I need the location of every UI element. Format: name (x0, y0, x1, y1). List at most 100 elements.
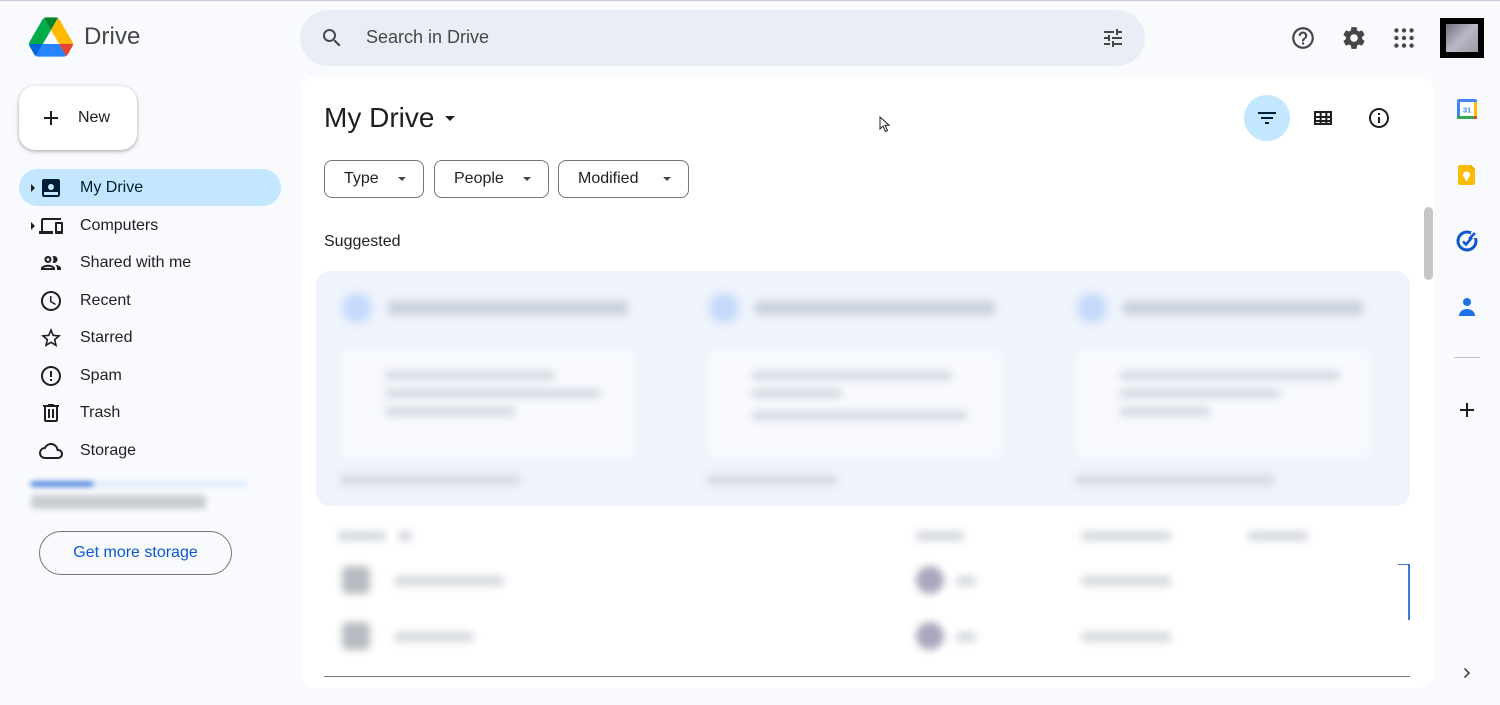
filter-view-button[interactable] (1244, 95, 1290, 141)
calendar-icon[interactable]: 31 (1455, 97, 1479, 121)
sidebar-item-starred[interactable]: Starred (19, 319, 281, 356)
file-icon (342, 566, 370, 594)
suggested-files-carousel (316, 271, 1410, 506)
owner-avatar (916, 622, 944, 650)
search-bar[interactable]: Search in Drive (300, 10, 1145, 66)
help-icon[interactable] (1290, 25, 1316, 51)
app-name: Drive (84, 23, 141, 50)
expand-arrow-icon[interactable] (31, 184, 35, 192)
spam-icon (41, 366, 61, 386)
settings-gear-icon[interactable] (1341, 25, 1367, 51)
table-row[interactable] (316, 554, 1410, 610)
file-type-icon (342, 293, 372, 323)
new-button-label: New (78, 109, 111, 126)
row-focus-outline (1408, 564, 1410, 620)
sidebar-item-label: Starred (80, 329, 133, 346)
sidebar-item-label: Trash (80, 404, 121, 421)
file-title-placeholder (1123, 301, 1363, 315)
file-type-icon (1077, 293, 1107, 323)
storage-usage-meter (31, 479, 266, 513)
dropdown-arrow-icon (663, 177, 671, 181)
search-icon[interactable] (320, 26, 344, 50)
computers-icon (39, 218, 63, 234)
keep-icon[interactable] (1455, 163, 1479, 187)
cloud-icon (39, 443, 63, 459)
sidebar-item-label: Storage (80, 442, 137, 459)
account-avatar[interactable] (1440, 18, 1484, 58)
sidebar-item-label: Shared with me (80, 254, 192, 271)
trash-icon (43, 404, 59, 422)
storage-bar-fill (31, 482, 93, 486)
sidebar-item-shared-with-me[interactable]: Shared with me (19, 244, 281, 281)
dropdown-arrow-icon (445, 115, 456, 121)
filter-chip-label: Type (344, 170, 379, 187)
suggested-file-card[interactable] (316, 279, 659, 499)
details-button[interactable] (1356, 95, 1402, 141)
get-addons-plus-icon[interactable] (1455, 398, 1479, 422)
table-divider (324, 676, 1410, 677)
file-reason-placeholder (340, 475, 520, 485)
suggested-file-card[interactable] (1051, 279, 1394, 499)
storage-usage-text (31, 495, 206, 509)
grid-view-icon (1314, 111, 1332, 125)
dropdown-arrow-icon (398, 177, 406, 181)
sidebar-item-my-drive[interactable]: My Drive (19, 169, 281, 206)
new-button[interactable]: New (19, 86, 137, 150)
avatar-image (1446, 24, 1478, 52)
side-panel-divider (1454, 357, 1480, 358)
sidebar-item-label: Spam (80, 367, 122, 384)
contacts-icon[interactable] (1455, 295, 1479, 319)
search-input[interactable]: Search in Drive (366, 27, 489, 48)
plus-icon (44, 111, 58, 125)
sidebar-item-computers[interactable]: Computers (19, 207, 281, 244)
drive-logo[interactable]: Drive (29, 17, 141, 57)
file-title-placeholder (755, 301, 995, 315)
file-preview (1075, 349, 1370, 459)
main-content-panel: My Drive Type People Modified Suggested (301, 76, 1434, 688)
suggested-file-card[interactable] (683, 279, 1026, 499)
file-reason-placeholder (1075, 475, 1275, 485)
expand-arrow-icon[interactable] (31, 222, 35, 230)
sidebar-item-label: Recent (80, 292, 131, 309)
sidebar-item-label: My Drive (80, 179, 144, 196)
file-icon (342, 622, 370, 650)
search-options-icon[interactable] (1101, 26, 1125, 50)
sidebar-item-trash[interactable]: Trash (19, 394, 281, 431)
info-icon (1369, 108, 1389, 128)
clock-icon (41, 291, 61, 311)
filter-chip-label: Modified (578, 170, 639, 187)
sidebar-item-spam[interactable]: Spam (19, 357, 281, 394)
file-preview (707, 349, 1002, 459)
owner-avatar (916, 566, 944, 594)
file-title-placeholder (388, 301, 628, 315)
file-list-table (316, 506, 1410, 681)
table-row[interactable] (316, 610, 1410, 666)
expand-side-panel-chevron-icon[interactable] (1459, 665, 1475, 681)
tasks-icon[interactable] (1455, 229, 1479, 253)
file-reason-placeholder (707, 475, 837, 485)
sidebar-item-recent[interactable]: Recent (19, 282, 281, 319)
file-preview (340, 349, 635, 459)
mouse-cursor-icon (879, 116, 891, 133)
scrollbar-thumb[interactable] (1424, 207, 1433, 280)
svg-text:31: 31 (1463, 106, 1471, 115)
star-icon (41, 328, 61, 347)
suggested-heading: Suggested (324, 233, 401, 250)
shared-people-icon (41, 256, 61, 270)
apps-grid-icon[interactable] (1391, 25, 1417, 51)
sidebar-item-storage[interactable]: Storage (19, 432, 281, 469)
filter-list-icon (1258, 112, 1276, 124)
sidebar-item-label: Computers (80, 217, 159, 234)
dropdown-arrow-icon (523, 177, 531, 181)
file-type-icon (709, 293, 739, 323)
drive-logo-icon (29, 17, 73, 57)
filter-chip-type[interactable]: Type (324, 160, 424, 198)
my-drive-icon (42, 179, 60, 197)
get-more-storage-button[interactable]: Get more storage (39, 531, 232, 575)
grid-view-button[interactable] (1300, 95, 1346, 141)
page-title-dropdown[interactable]: My Drive (324, 102, 456, 134)
page-title: My Drive (324, 102, 435, 133)
filter-chip-label: People (454, 170, 504, 187)
filter-chip-modified[interactable]: Modified (558, 160, 689, 198)
filter-chip-people[interactable]: People (434, 160, 549, 198)
